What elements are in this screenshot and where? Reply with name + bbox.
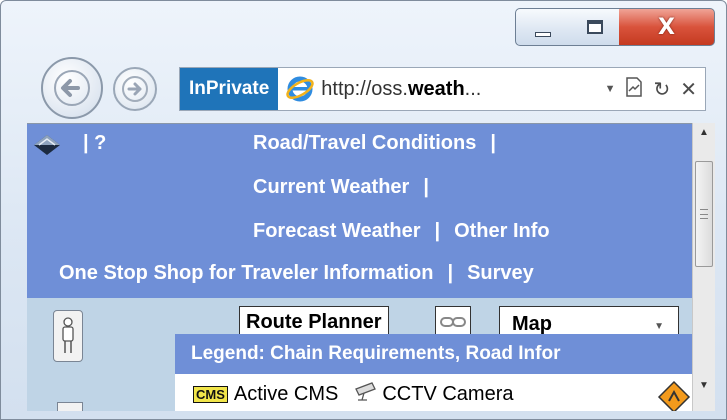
internet-explorer-icon [285, 74, 315, 104]
nav-row-3: Forecast Weather | Other Info [253, 220, 550, 243]
street-view-pegman[interactable] [53, 310, 83, 362]
forward-arrow-icon [122, 76, 148, 102]
scroll-up-icon[interactable]: ▲ [693, 127, 715, 138]
close-icon: X [658, 14, 675, 40]
maximize-icon [586, 20, 603, 34]
forecast-weather-link[interactable]: Forecast Weather [253, 220, 420, 242]
legend-row: CMS Active CMS CCTV Camera [175, 374, 692, 411]
site-logo-icon[interactable] [33, 134, 61, 161]
active-cms-label: Active CMS [233, 382, 339, 405]
nav-row-2: Current Weather | [253, 176, 443, 199]
navigation-bar: InPrivate http://oss.weath... ▼ ↻ ✕ [1, 51, 726, 121]
current-weather-link[interactable]: Current Weather [253, 176, 409, 198]
map-type-value: Map [512, 312, 552, 335]
back-button[interactable] [41, 57, 103, 119]
legend-title[interactable]: Legend: Chain Requirements, Road Infor [175, 334, 692, 374]
help-link[interactable]: | ? [83, 132, 106, 155]
scrollbar-thumb[interactable] [695, 161, 713, 267]
url-text[interactable]: http://oss.weath... [321, 78, 481, 101]
address-bar[interactable]: InPrivate http://oss.weath... ▼ ↻ ✕ [179, 67, 706, 111]
browser-window: X InPrivate http://oss.weath... ▼ ↻ ✕ | … [0, 0, 727, 420]
address-bar-tools: ▼ ↻ ✕ [605, 76, 705, 102]
scroll-down-icon[interactable]: ▼ [693, 380, 715, 391]
one-stop-shop-link[interactable]: One Stop Shop for Traveler Information [59, 262, 433, 284]
other-info-link[interactable]: Other Info [454, 220, 550, 242]
survey-link[interactable]: Survey [467, 262, 534, 284]
map-area[interactable]: Route Planner Map ▼ Legend: Chain Requir… [27, 298, 692, 411]
nav-separator: | [423, 176, 429, 198]
dropdown-arrow-icon[interactable]: ▼ [605, 83, 616, 95]
nav-separator: | [490, 132, 496, 154]
minimize-icon [535, 31, 551, 37]
cms-badge-icon: CMS [193, 385, 228, 403]
cctv-camera-icon [354, 381, 378, 407]
back-arrow-icon [54, 70, 90, 106]
minimize-button[interactable] [515, 8, 571, 46]
site-header: | ? Road/Travel Conditions | Current Weat… [27, 124, 692, 298]
pegman-icon [62, 317, 74, 353]
grip-icon [700, 209, 708, 219]
close-button[interactable]: X [619, 8, 715, 46]
chevron-down-icon: ▼ [654, 321, 664, 332]
refresh-icon[interactable]: ↻ [653, 77, 670, 101]
title-bar: X [1, 1, 726, 51]
vertical-scrollbar[interactable]: ▲ ▼ [692, 123, 715, 411]
zoom-control[interactable] [57, 402, 83, 411]
url-prefix: http://oss. [321, 77, 408, 100]
cctv-camera-label: CCTV Camera [382, 382, 514, 405]
link-icon [440, 317, 466, 327]
nav-separator: | [447, 262, 454, 284]
legend-panel: Legend: Chain Requirements, Road Infor C… [175, 334, 692, 411]
inprivate-badge[interactable]: InPrivate [180, 68, 279, 110]
nav-row-1: Road/Travel Conditions | [253, 132, 510, 155]
nav-row-4: One Stop Shop for Traveler Information | S… [59, 262, 534, 285]
page-viewport: | ? Road/Travel Conditions | Current Weat… [27, 123, 692, 411]
road-warning-icon [657, 380, 691, 411]
url-domain: weath [407, 77, 465, 100]
road-travel-conditions-link[interactable]: Road/Travel Conditions [253, 132, 476, 154]
compatibility-view-icon[interactable] [625, 76, 643, 102]
forward-button[interactable] [113, 67, 157, 111]
stop-icon[interactable]: ✕ [680, 77, 697, 101]
maximize-button[interactable] [570, 8, 620, 46]
url-ellipsis: ... [464, 77, 482, 100]
nav-separator: | [434, 220, 441, 242]
